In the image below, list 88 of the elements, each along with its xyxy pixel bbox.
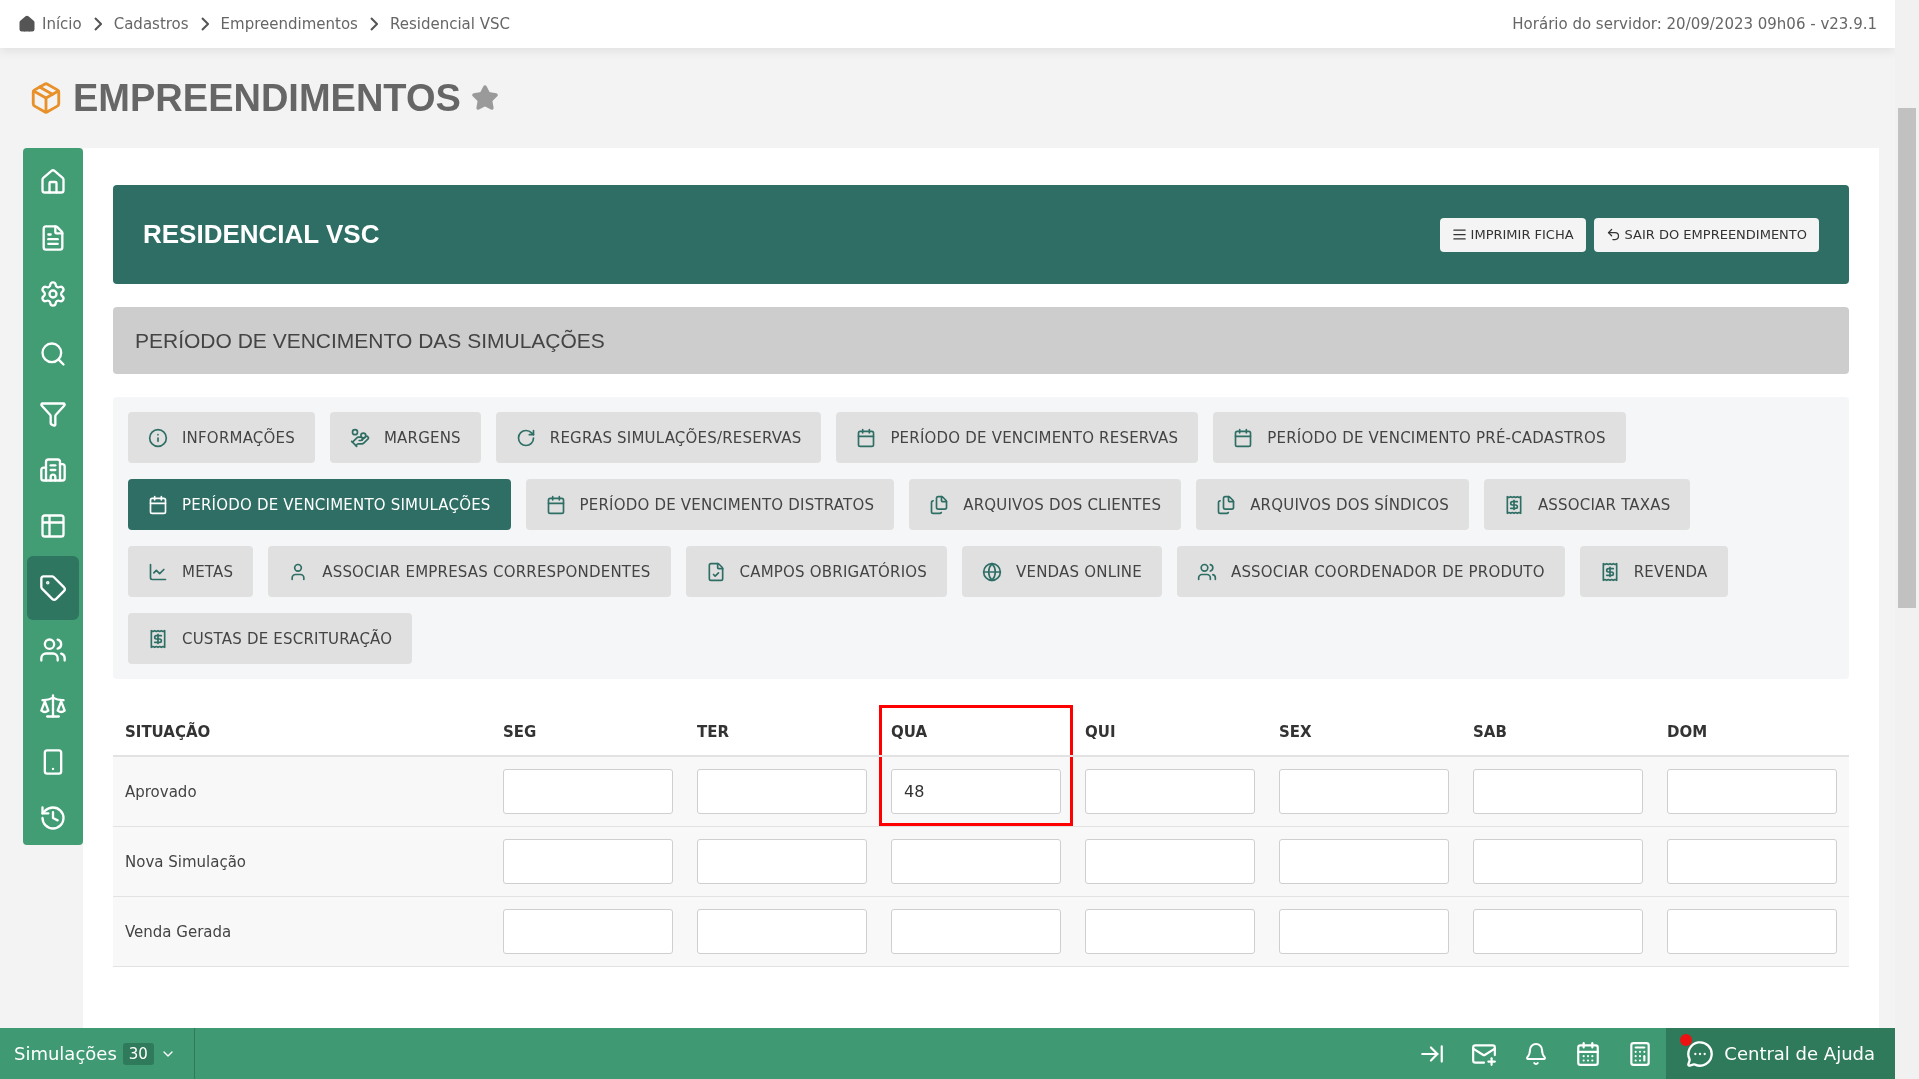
input-field[interactable] <box>1085 769 1255 814</box>
globe-icon <box>982 561 1003 582</box>
menu-button[interactable]: INFORMAÇÕES <box>128 412 315 463</box>
print-button[interactable]: IMPRIMIR FICHA <box>1439 217 1586 252</box>
server-time: Horário do servidor: 20/09/2023 09h06 - v23.9.1 <box>1512 15 1877 33</box>
menu-button[interactable]: PERÍODO DE VENCIMENTO RESERVAS <box>836 412 1199 463</box>
input-field[interactable] <box>1473 909 1643 954</box>
input-field[interactable] <box>697 839 867 884</box>
section-title: PERÍODO DE VENCIMENTO DAS SIMULAÇÕES <box>113 307 1849 374</box>
people-icon <box>1196 561 1217 582</box>
page-title: EMPREENDIMENTOS <box>73 76 461 120</box>
breadcrumb-link[interactable]: Cadastros <box>113 15 189 33</box>
simulations-button[interactable]: Simulações 30 <box>0 1028 195 1079</box>
breadcrumb-link[interactable]: Residencial VSC <box>389 15 510 33</box>
row-label: Nova Simulação <box>125 852 247 871</box>
menu-button[interactable]: REGRAS SIMULAÇÕES/RESERVAS <box>495 412 822 463</box>
input-field[interactable] <box>1279 839 1449 884</box>
package-icon <box>29 81 63 115</box>
input-field[interactable]: 48 <box>891 769 1061 814</box>
input-field[interactable] <box>503 769 673 814</box>
menu-button[interactable]: METAS <box>128 546 254 597</box>
help-button[interactable]: Central de Ajuda <box>1666 1028 1895 1079</box>
calendar-icon <box>148 494 168 515</box>
chevron-right-icon <box>369 17 378 31</box>
menu-button[interactable]: PERÍODO DE VENCIMENTO SIMULAÇÕES <box>128 479 511 530</box>
input-field[interactable] <box>697 769 867 814</box>
input-field[interactable] <box>1473 769 1643 814</box>
menu-button[interactable]: REVENDA <box>1579 546 1728 597</box>
row-label: Aprovado <box>125 782 197 801</box>
sidebar-item[interactable] <box>27 556 79 620</box>
chart-icon <box>148 561 168 582</box>
menu-button[interactable]: PERÍODO DE VENCIMENTO PRÉ-CADASTROS <box>1213 412 1626 463</box>
input-field[interactable] <box>1667 909 1837 954</box>
coins-icon <box>349 427 370 448</box>
table-icon <box>39 512 67 540</box>
header-title: RESIDENCIAL VSC <box>143 219 380 250</box>
files-icon <box>929 494 950 515</box>
menu-button[interactable]: ARQUIVOS DOS CLIENTES <box>909 479 1182 530</box>
menu-button[interactable]: ASSOCIAR EMPRESAS CORRESPONDENTES <box>268 546 671 597</box>
input-field[interactable] <box>1085 909 1255 954</box>
input-field[interactable] <box>1667 839 1837 884</box>
history-icon <box>39 804 67 832</box>
home-icon <box>18 15 36 33</box>
people-icon <box>39 636 67 664</box>
input-field[interactable] <box>1085 839 1255 884</box>
menu-button[interactable]: CUSTAS DE ESCRITURAÇÃO <box>128 613 413 664</box>
receipt-icon <box>148 628 168 649</box>
home-icon <box>39 168 67 196</box>
menu-button[interactable]: CAMPOS OBRIGATÓRIOS <box>685 546 948 597</box>
breadcrumb-link[interactable]: Empreendimentos <box>220 15 358 33</box>
input-field[interactable] <box>1667 769 1837 814</box>
input-field[interactable] <box>503 839 673 884</box>
search-icon <box>39 340 67 368</box>
calendar-icon <box>1233 427 1254 448</box>
building-icon <box>39 456 67 484</box>
input-field[interactable] <box>1279 909 1449 954</box>
input-field[interactable] <box>503 909 673 954</box>
input-field[interactable] <box>1473 839 1643 884</box>
files-icon <box>1216 494 1237 515</box>
input-field[interactable] <box>891 839 1061 884</box>
input-field[interactable] <box>1279 769 1449 814</box>
filter-icon <box>39 400 67 428</box>
input-field[interactable] <box>697 909 867 954</box>
calendar-icon <box>856 427 877 448</box>
chevron-right-icon <box>93 17 102 31</box>
menu-button[interactable]: ASSOCIAR TAXAS <box>1483 479 1691 530</box>
menu-button[interactable]: ARQUIVOS DOS SÍNDICOS <box>1196 479 1469 530</box>
chat-bubble-icon <box>1686 1039 1715 1068</box>
scale-icon <box>39 692 67 720</box>
breadcrumb-link[interactable]: Início <box>18 15 82 33</box>
refresh-icon <box>515 427 536 448</box>
column-header: QUA <box>879 705 1073 757</box>
menu-button[interactable]: ASSOCIAR COORDENADOR DE PRODUTO <box>1176 546 1565 597</box>
list-icon <box>1451 227 1467 242</box>
notification-dot <box>1680 1034 1693 1046</box>
menu-button[interactable]: PERÍODO DE VENCIMENTO DISTRATOS <box>525 479 895 530</box>
undo-arrow-icon <box>1605 227 1621 242</box>
calendar-icon <box>545 494 566 515</box>
input-field[interactable] <box>891 909 1061 954</box>
star-icon[interactable] <box>470 84 499 112</box>
settings-icon <box>39 280 67 308</box>
menu-button[interactable]: VENDAS ONLINE <box>962 546 1162 597</box>
info-icon <box>148 427 168 448</box>
row-label: Venda Gerada <box>125 922 232 941</box>
chevron-right-icon <box>200 17 209 31</box>
menu-button[interactable]: MARGENS <box>329 412 481 463</box>
exit-button[interactable]: SAIR DO EMPREENDIMENTO <box>1593 217 1819 252</box>
tag-icon <box>39 574 67 602</box>
